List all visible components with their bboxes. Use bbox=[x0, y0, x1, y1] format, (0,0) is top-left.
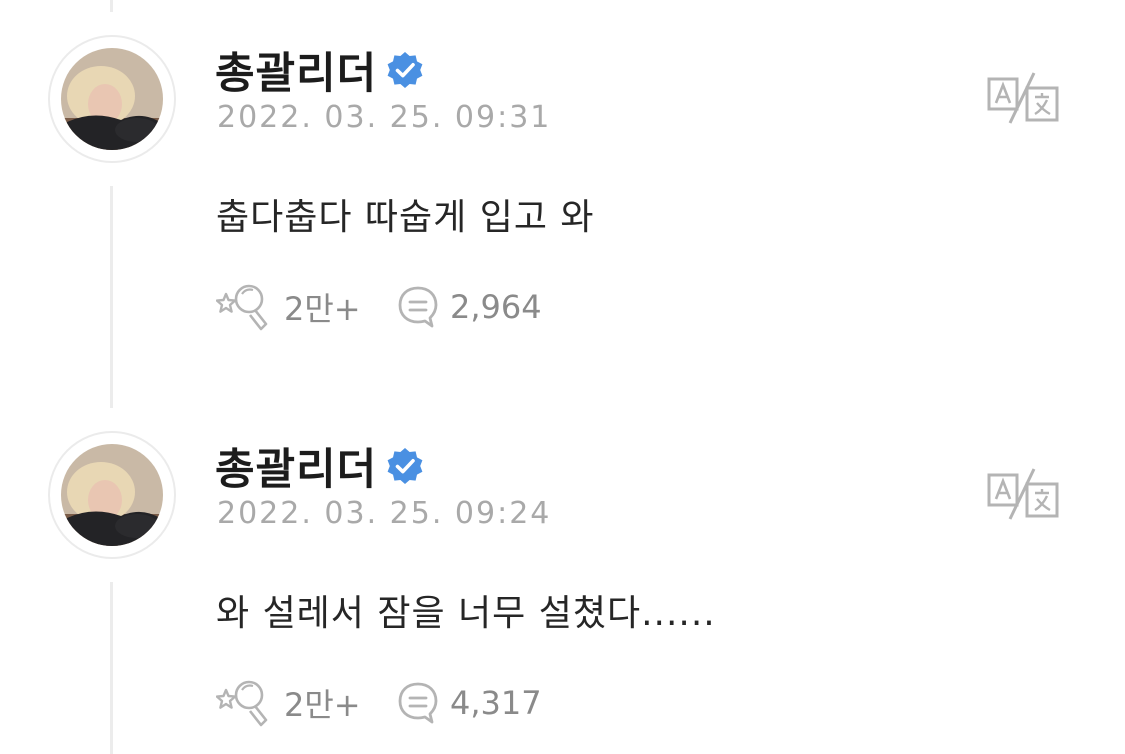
reaction-bar: 2만+ 4,317 bbox=[216, 678, 542, 728]
like-button[interactable]: 2만+ bbox=[216, 282, 396, 332]
translate-icon bbox=[987, 72, 1059, 124]
like-count: 2만+ bbox=[284, 290, 361, 328]
author-row: 총괄리더 bbox=[215, 436, 425, 496]
comment-count: 4,317 bbox=[450, 684, 542, 722]
avatar[interactable] bbox=[48, 35, 176, 163]
post-timestamp: 2022. 03. 25. 09:24 bbox=[217, 496, 552, 531]
post-body: 와 설레서 잠을 너무 설쳤다...... bbox=[216, 593, 716, 634]
avatar[interactable] bbox=[48, 431, 176, 559]
feed-post[interactable]: 총괄리더 2022. 03. 25. 09:31 춥다춥다 따숩게 입고 와 2… bbox=[0, 0, 1125, 332]
author-row: 총괄리더 bbox=[215, 40, 425, 100]
author-name[interactable]: 총괄리더 bbox=[215, 39, 377, 101]
translate-button[interactable] bbox=[986, 466, 1060, 522]
feed-post[interactable]: 총괄리더 2022. 03. 25. 09:24 와 설레서 잠을 너무 설쳤다… bbox=[0, 396, 1125, 728]
author-name[interactable]: 총괄리더 bbox=[215, 435, 377, 497]
translate-icon bbox=[987, 468, 1059, 520]
avatar-photo bbox=[61, 444, 163, 546]
verified-badge-icon bbox=[387, 52, 423, 88]
avatar-photo bbox=[61, 48, 163, 150]
comment-count: 2,964 bbox=[450, 288, 542, 326]
comment-icon bbox=[398, 682, 438, 724]
comment-button[interactable]: 2,964 bbox=[396, 284, 542, 330]
translate-button[interactable] bbox=[986, 70, 1060, 126]
like-icon bbox=[216, 680, 268, 727]
reaction-bar: 2만+ 2,964 bbox=[216, 282, 542, 332]
like-icon bbox=[216, 284, 268, 331]
like-count: 2만+ bbox=[284, 686, 361, 724]
comment-icon bbox=[398, 286, 438, 328]
comment-button[interactable]: 4,317 bbox=[396, 680, 542, 726]
like-button[interactable]: 2만+ bbox=[216, 678, 396, 728]
post-timestamp: 2022. 03. 25. 09:31 bbox=[217, 100, 552, 135]
verified-badge-icon bbox=[387, 448, 423, 484]
post-body: 춥다춥다 따숩게 입고 와 bbox=[216, 197, 595, 238]
